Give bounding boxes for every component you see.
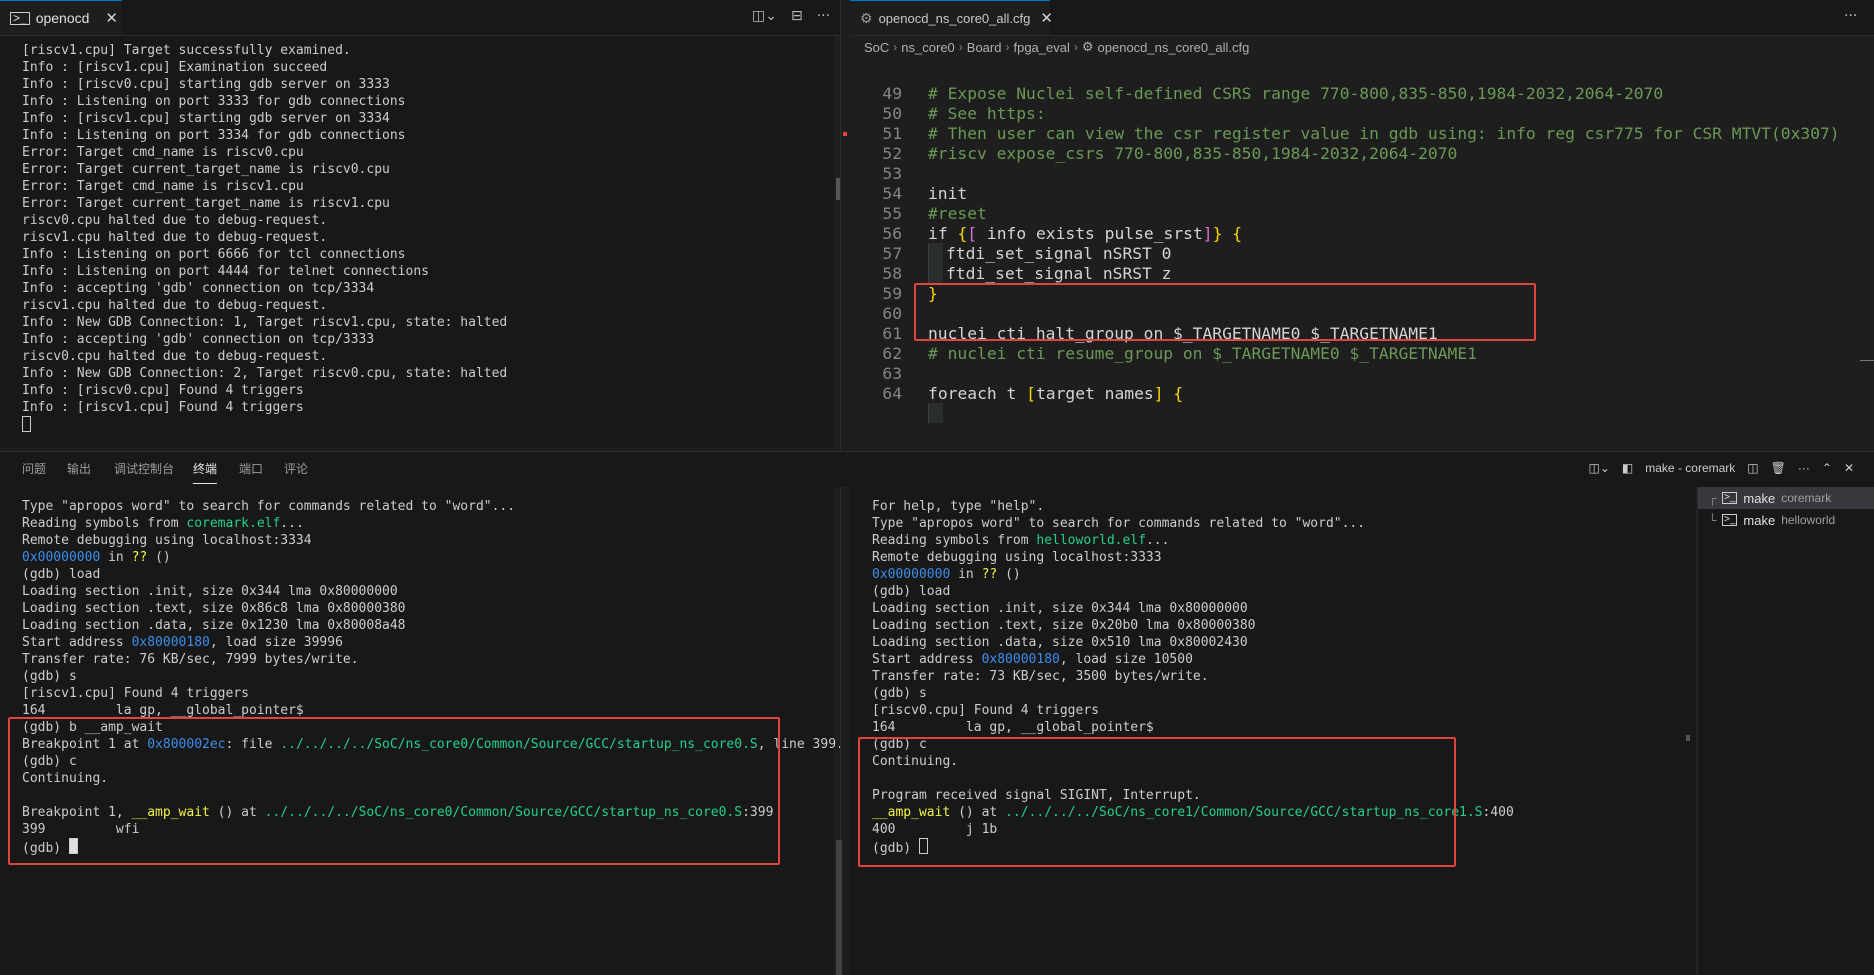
more-actions-icon[interactable]: ··· [1844,8,1857,24]
tab-comments[interactable]: 评论 [284,452,308,487]
openocd-output-line: riscv0.cpu halted due to debug-request. [22,213,328,228]
terminal-list-item-helloworld[interactable]: └ >_ make helloworld [1698,509,1874,531]
tab-label: openocd [35,10,90,26]
terminal-icon: >_ [1722,492,1738,504]
openocd-output-line: Error: Target current_target_name is ris… [22,162,390,177]
openocd-output-line: Info : [riscv1.cpu] Found 4 triggers [22,400,304,415]
code-line [850,378,943,423]
tab-debug-console[interactable]: 调试控制台 [114,452,174,487]
breadcrumb-file[interactable]: openocd_ns_core0_all.cfg [1098,40,1250,55]
openocd-output-line: Info : [riscv0.cpu] starting gdb server … [22,77,390,92]
openocd-terminal[interactable]: [riscv1.cpu] Target successfully examine… [0,36,834,448]
tab-openocd[interactable]: >_ openocd ✕ [0,0,122,35]
highlight-box-right [858,737,1456,867]
openocd-output-line: Info : accepting 'gdb' connection on tcp… [22,281,375,296]
terminal-cursor [22,416,31,432]
code-editor[interactable]: 49 # Expose Nuclei self-defined CSRS rang… [850,58,1874,448]
openocd-output-line: Info : Listening on port 3334 for gdb co… [22,128,406,143]
editor-tab-bar: ⚙ openocd_ns_core0_all.cfg ✕ ··· [850,0,1874,36]
gdb-terminal-coremark[interactable]: Type "apropos word" to search for comman… [0,487,844,975]
more-actions-icon[interactable]: ··· [1798,461,1810,475]
close-icon[interactable]: ✕ [1844,461,1854,475]
openocd-output-line: Info : [riscv1.cpu] starting gdb server … [22,111,390,126]
openocd-output-line: Info : Listening on port 6666 for tcl co… [22,247,406,262]
openocd-output-line: Error: Target cmd_name is riscv0.cpu [22,145,304,160]
close-icon[interactable]: ✕ [105,9,118,27]
terminal-header[interactable]: make - coremark [1645,461,1735,475]
gear-icon: ⚙ [1081,39,1094,54]
openocd-output-line: Info : Listening on port 3333 for gdb co… [22,94,406,109]
highlight-box-cti [914,283,1536,341]
openocd-output-line: Info : [riscv1.cpu] Examination succeed [22,60,328,75]
split-icon[interactable]: ◫ [1747,461,1758,475]
gdb-terminal-helloworld[interactable]: For help, type "help". Type "apropos wor… [850,487,1696,975]
scrollbar-thumb[interactable] [1686,735,1690,741]
panel-tab-bar: 问题 输出 调试控制台 终端 端口 评论 ◫⌄ ◧ make - coremar… [0,451,1874,487]
scrollbar-thumb[interactable] [836,178,840,200]
breadcrumb-board[interactable]: Board [967,40,1002,55]
breadcrumb: SoC › ns_core0 › Board › fpga_eval › ⚙ openo… [864,39,1250,55]
minimap-marker [1860,360,1874,361]
openocd-output-line: Info : New GDB Connection: 1, Target ris… [22,315,508,330]
terminal-icon: >_ [1722,514,1738,526]
split-terminal-icon[interactable]: ◫⌄ [1589,461,1610,475]
file-icon: ⚙ [860,9,873,26]
terminal-list-item-coremark[interactable]: ┌ >_ make coremark [1698,487,1874,509]
openocd-output-line: Error: Target current_target_name is ris… [22,196,390,211]
openocd-output-line: Error: Target cmd_name is riscv1.cpu [22,179,304,194]
panel-actions: ◫⌄ ◧ make - coremark ◫ 🗑 ··· ⌃ ✕ [1589,461,1854,475]
tab-output[interactable]: 输出 [67,452,91,487]
openocd-output-line: riscv1.cpu halted due to debug-request. [22,298,328,313]
tab-terminal[interactable]: 终端 [193,452,218,484]
close-icon[interactable]: ✕ [1040,9,1053,27]
trash-icon[interactable]: 🗑 [1771,461,1786,475]
tab-label: openocd_ns_core0_all.cfg [878,10,1031,26]
breadcrumb-fpga-eval[interactable]: fpga_eval [1013,40,1069,55]
openocd-tab-bar: >_ openocd ✕ ◫⌄ ⊟ ··· [0,0,840,36]
tab-ports[interactable]: 端口 [239,452,263,487]
scrollbar-thumb[interactable] [836,840,842,975]
chevron-up-icon[interactable]: ⌃ [1822,461,1832,475]
breadcrumb-ns-core0[interactable]: ns_core0 [901,40,954,55]
openocd-output-line: riscv1.cpu halted due to debug-request. [22,230,328,245]
terminal-list: ┌ >_ make coremark └ >_ make helloworld [1697,487,1874,975]
terminal-icon: >_ [10,11,30,25]
layout-icon[interactable]: ⊟ [791,8,803,24]
tab-actions: ◫⌄ ⊟ ··· [752,8,830,24]
breadcrumb-soc[interactable]: SoC [864,40,889,55]
change-marker [843,132,847,136]
split-editor-icon[interactable]: ◫⌄ [752,8,777,24]
openocd-output-line: Info : New GDB Connection: 2, Target ris… [22,366,508,381]
openocd-output-line: Info : [riscv0.cpu] Found 4 triggers [22,383,304,398]
tab-problems[interactable]: 问题 [22,452,46,487]
openocd-output: [riscv1.cpu] Target successfully examine… [22,42,507,435]
tab-openocd-cfg[interactable]: ⚙ openocd_ns_core0_all.cfg ✕ [850,0,1053,35]
more-actions-icon[interactable]: ··· [817,8,830,24]
openocd-output-line: [riscv1.cpu] Target successfully examine… [22,43,351,58]
terminal-profile-icon: ◧ [1621,461,1634,475]
editor-divider[interactable] [840,0,841,450]
openocd-output-line: Info : accepting 'gdb' connection on tcp… [22,332,375,347]
openocd-output-line: Info : Listening on port 4444 for telnet… [22,264,429,279]
openocd-output-line: riscv0.cpu halted due to debug-request. [22,349,328,364]
highlight-box-left [8,717,780,865]
